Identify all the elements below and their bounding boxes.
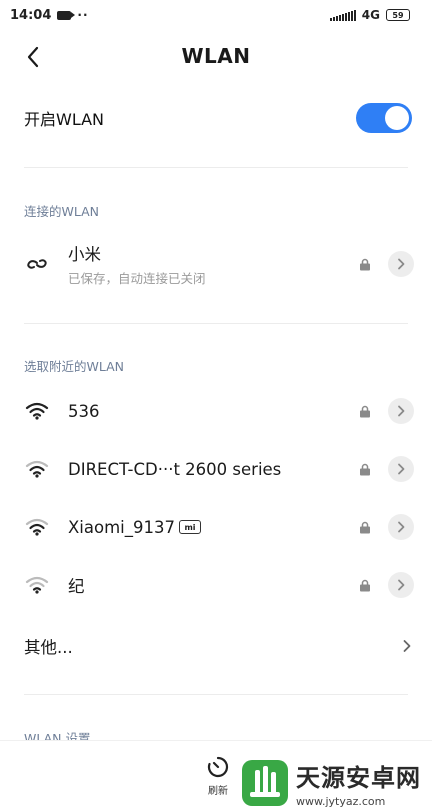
mi-badge-icon: mi xyxy=(179,520,201,534)
divider xyxy=(24,694,408,695)
lock-icon xyxy=(358,257,372,271)
network-name: 纪 xyxy=(68,577,85,596)
lock-icon xyxy=(358,404,372,418)
status-right: 4G 59 xyxy=(329,8,410,22)
network-text: DIRECT-CD···t 2600 series xyxy=(68,460,358,479)
more-notifications-icon: ·· xyxy=(77,8,89,22)
network-text: Xiaomi_9137 mi xyxy=(68,518,358,537)
network-name: DIRECT-CD···t 2600 series xyxy=(68,459,282,479)
watermark-url: www.jytyaz.com xyxy=(296,795,386,808)
chevron-right-icon xyxy=(398,463,405,475)
network-details-button[interactable] xyxy=(388,456,414,482)
status-time: 14:04 xyxy=(10,7,52,23)
refresh-label: 刷新 xyxy=(208,786,228,797)
chevron-right-icon xyxy=(398,258,405,270)
wifi-icon xyxy=(24,516,50,538)
wlan-toggle-row[interactable]: 开启WLAN xyxy=(0,96,432,140)
nearby-section-title: 选取附近的WLAN xyxy=(24,359,125,374)
network-name: 小米 xyxy=(68,245,101,264)
network-text: 536 xyxy=(68,402,358,421)
network-details-button[interactable] xyxy=(388,251,414,277)
divider xyxy=(24,323,408,324)
watermark-title: 天源安卓网 xyxy=(296,764,421,792)
header: WLAN xyxy=(0,38,432,78)
lock-icon xyxy=(358,578,372,592)
network-type: 4G xyxy=(361,8,380,22)
network-details-button[interactable] xyxy=(388,514,414,540)
nearby-network-row[interactable]: DIRECT-CD···t 2600 series xyxy=(0,445,432,493)
other-network-row[interactable]: 其他... xyxy=(0,624,432,668)
watermark: 天源安卓网 www.jytyaz.com xyxy=(240,755,430,811)
watermark-text: 天源安卓网 www.jytyaz.com xyxy=(296,758,421,808)
nearby-network-row[interactable]: 536 xyxy=(0,387,432,435)
wlan-toggle-switch[interactable] xyxy=(356,103,412,133)
status-left: 14:04 ·· xyxy=(10,8,89,23)
network-name-text: Xiaomi_9137 xyxy=(68,517,175,537)
lock-icon xyxy=(358,520,372,534)
lock-icon xyxy=(358,462,372,476)
bottom-bar: 刷新 天源安卓网 www.jytyaz.com xyxy=(0,740,432,812)
network-name: Xiaomi_9137 mi xyxy=(68,518,358,537)
page-title: WLAN xyxy=(181,44,251,68)
wlan-toggle-label: 开启WLAN xyxy=(24,110,105,129)
network-text: 纪 xyxy=(68,573,358,597)
wifi-icon xyxy=(24,458,50,480)
chevron-right-icon xyxy=(398,405,405,417)
chevron-right-icon xyxy=(403,640,411,652)
battery-icon: 59 xyxy=(386,9,410,21)
android-logo-icon xyxy=(242,760,288,806)
video-camera-icon xyxy=(57,10,76,20)
refresh-icon xyxy=(207,756,229,778)
divider xyxy=(24,167,408,168)
network-status: 已保存，自动连接已关闭 xyxy=(68,271,206,286)
connected-network-row[interactable]: 小米 已保存，自动连接已关闭 xyxy=(0,240,432,288)
network-details-button[interactable] xyxy=(388,572,414,598)
network-name: 536 xyxy=(68,401,100,421)
chevron-right-icon xyxy=(398,579,405,591)
status-bar: 14:04 ·· 4G 59 xyxy=(0,0,432,30)
wifi-icon xyxy=(24,574,50,596)
signal-icon xyxy=(329,9,356,21)
connected-network-text: 小米 已保存，自动连接已关闭 xyxy=(68,241,358,287)
network-details-button[interactable] xyxy=(388,398,414,424)
nearby-network-row[interactable]: Xiaomi_9137 mi xyxy=(0,503,432,551)
connected-section-title: 连接的WLAN xyxy=(24,204,100,219)
battery-level: 59 xyxy=(392,10,404,20)
chevron-right-icon xyxy=(398,521,405,533)
toggle-knob xyxy=(385,106,409,130)
refresh-button[interactable]: 刷新 xyxy=(198,755,238,803)
link-icon xyxy=(24,253,50,275)
wifi-icon xyxy=(24,400,50,422)
other-network-label: 其他... xyxy=(24,638,73,657)
nearby-network-row[interactable]: 纪 xyxy=(0,561,432,609)
